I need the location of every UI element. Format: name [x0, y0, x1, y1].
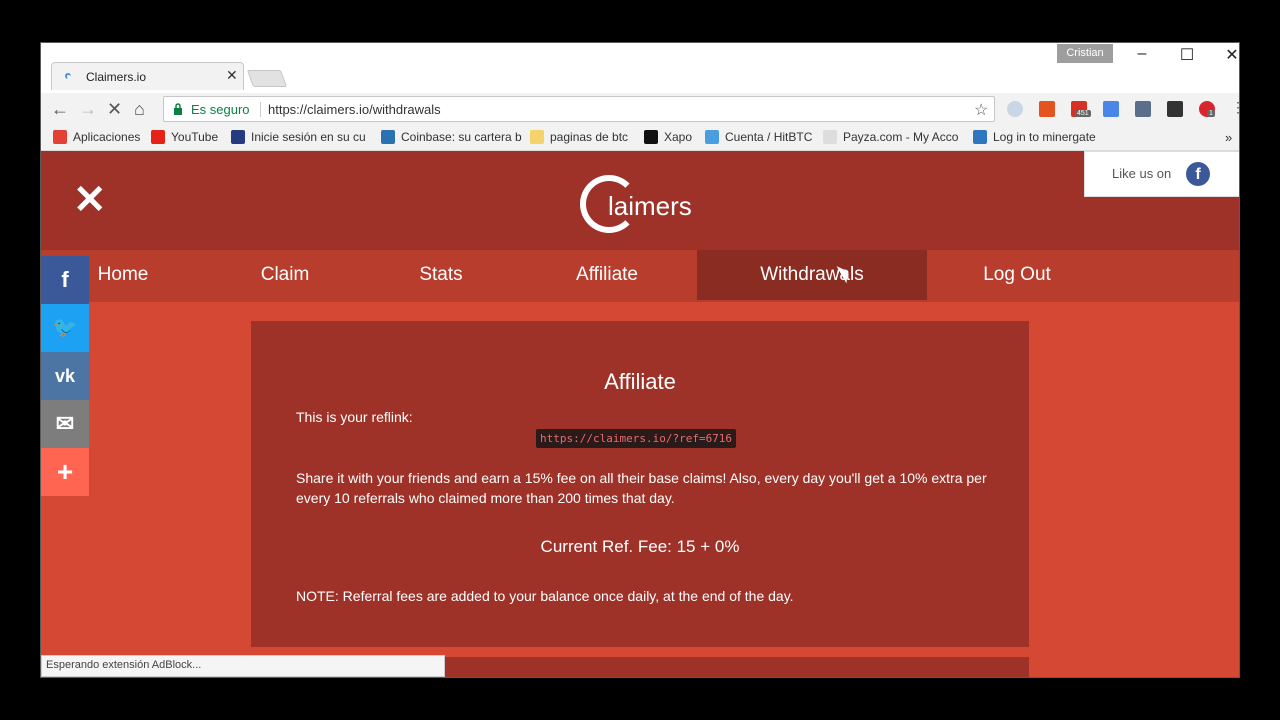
main-nav: Home Claim Stats Affiliate Withdrawals L… [41, 250, 1239, 302]
site-header: ✕ laimers Like us on f [41, 151, 1239, 250]
minergate-icon [973, 130, 987, 144]
address-bar[interactable]: Es seguro https://claimers.io/withdrawal… [163, 96, 995, 122]
translate-icon[interactable] [1103, 101, 1119, 117]
profile-button[interactable]: Cristian [1057, 44, 1113, 63]
hitbtc-icon [705, 130, 719, 144]
office-icon[interactable] [1039, 101, 1055, 117]
facebook-icon[interactable]: f [41, 256, 89, 304]
tab-strip: Claimers.io ✕ Cristian – ☐ ✕ [41, 43, 1239, 93]
opera-badge: 1 [1207, 110, 1215, 117]
bookmark-star-icon[interactable]: ☆ [974, 100, 988, 120]
like-us-label: Like us on [1112, 166, 1172, 181]
nav-affiliate[interactable]: Affiliate [547, 250, 667, 300]
like-us-box[interactable]: Like us on f [1084, 151, 1239, 197]
folder-icon [530, 130, 544, 144]
browser-window: Claimers.io ✕ Cristian – ☐ ✕ ← → ✕ ⌂ Es … [40, 42, 1240, 678]
paypal-icon [231, 130, 245, 144]
back-arrow-icon[interactable]: ← [51, 99, 69, 120]
bookmark-xapo[interactable]: Xapo [644, 130, 692, 144]
bookmark-hitbtc[interactable]: Cuenta / HitBTC [705, 130, 812, 144]
url-text[interactable]: https://claimers.io/withdrawals [268, 102, 441, 117]
payza-icon [823, 130, 837, 144]
next-card [444, 657, 1029, 677]
reflink-label: This is your reflink: [296, 409, 413, 425]
forward-arrow-icon[interactable]: → [79, 99, 97, 120]
vk-icon[interactable]: vk [41, 352, 89, 400]
bookmark-apps[interactable]: Aplicaciones [53, 130, 140, 144]
bookmark-youtube[interactable]: YouTube [151, 130, 218, 144]
gmail-icon[interactable]: 451 [1071, 101, 1091, 117]
loading-spinner-icon [65, 73, 71, 79]
film-icon[interactable] [1167, 101, 1183, 117]
web-page: ✕ laimers Like us on f Home Claim Stats … [41, 151, 1239, 677]
facebook-like-icon[interactable]: f [1186, 162, 1210, 186]
opera-icon[interactable]: 1 [1199, 101, 1215, 117]
nav-stats[interactable]: Stats [391, 250, 491, 300]
more-bookmarks-icon[interactable]: » [1225, 130, 1232, 145]
reflink-code[interactable]: https://claimers.io/?ref=6716 [536, 429, 737, 448]
affiliate-title: Affiliate [604, 369, 676, 394]
bookmarks-bar: Aplicaciones YouTube Inicie sesión en su… [41, 125, 1239, 151]
gmail-badge: 451 [1075, 110, 1091, 117]
social-share-bar: f 🐦 vk ✉ + [41, 256, 89, 496]
bookmark-paypal[interactable]: Inicie sesión en su cu [231, 130, 366, 144]
bookmark-coinbase[interactable]: Coinbase: su cartera b [381, 130, 522, 144]
browser-toolbar: ← → ✕ ⌂ Es seguro https://claimers.io/wi… [41, 93, 1239, 125]
youtube-icon [151, 130, 165, 144]
secure-label: Es seguro [191, 102, 250, 117]
site-logo[interactable]: laimers [578, 171, 708, 241]
tab-title: Claimers.io [86, 70, 147, 84]
status-bubble: Esperando extensión AdBlock... [41, 655, 445, 677]
home-icon[interactable]: ⌂ [134, 99, 145, 120]
xapo-icon [644, 130, 658, 144]
stop-loading-icon[interactable]: ✕ [107, 99, 122, 120]
nav-claim[interactable]: Claim [235, 250, 335, 300]
bookmark-folder-btc[interactable]: paginas de btc [530, 130, 628, 144]
extension-icon[interactable] [1135, 101, 1151, 117]
menu-icon[interactable]: ⋮ [1231, 99, 1239, 116]
affiliate-card: Affiliate This is your reflink: https://… [251, 321, 1029, 647]
lock-icon [174, 103, 182, 115]
affiliate-description: Share it with your friends and earn a 15… [296, 470, 987, 506]
maximize-icon[interactable]: ☐ [1172, 45, 1202, 65]
nav-logout[interactable]: Log Out [962, 250, 1072, 300]
skype-icon[interactable] [1007, 101, 1023, 117]
browser-tab[interactable]: Claimers.io ✕ [51, 62, 244, 90]
coinbase-icon [381, 130, 395, 144]
referral-note: NOTE: Referral fees are added to your ba… [296, 588, 794, 604]
tab-close-icon[interactable]: ✕ [226, 67, 238, 84]
logo-text: laimers [608, 191, 692, 221]
apps-grid-icon [53, 130, 67, 144]
window-close-icon[interactable]: ✕ [1217, 45, 1239, 65]
twitter-icon[interactable]: 🐦 [41, 304, 89, 352]
minimize-icon[interactable]: – [1127, 45, 1157, 63]
bookmark-minergate[interactable]: Log in to minergate [973, 130, 1096, 144]
current-ref-fee: Current Ref. Fee: 15 + 0% [540, 537, 740, 556]
new-tab-button[interactable] [246, 70, 288, 87]
close-menu-icon[interactable]: ✕ [73, 177, 107, 223]
plus-icon[interactable]: + [41, 448, 89, 496]
bookmark-payza[interactable]: Payza.com - My Acco [823, 130, 958, 144]
email-icon[interactable]: ✉ [41, 400, 89, 448]
nav-withdrawals[interactable]: Withdrawals [697, 250, 927, 300]
address-separator [260, 102, 261, 117]
